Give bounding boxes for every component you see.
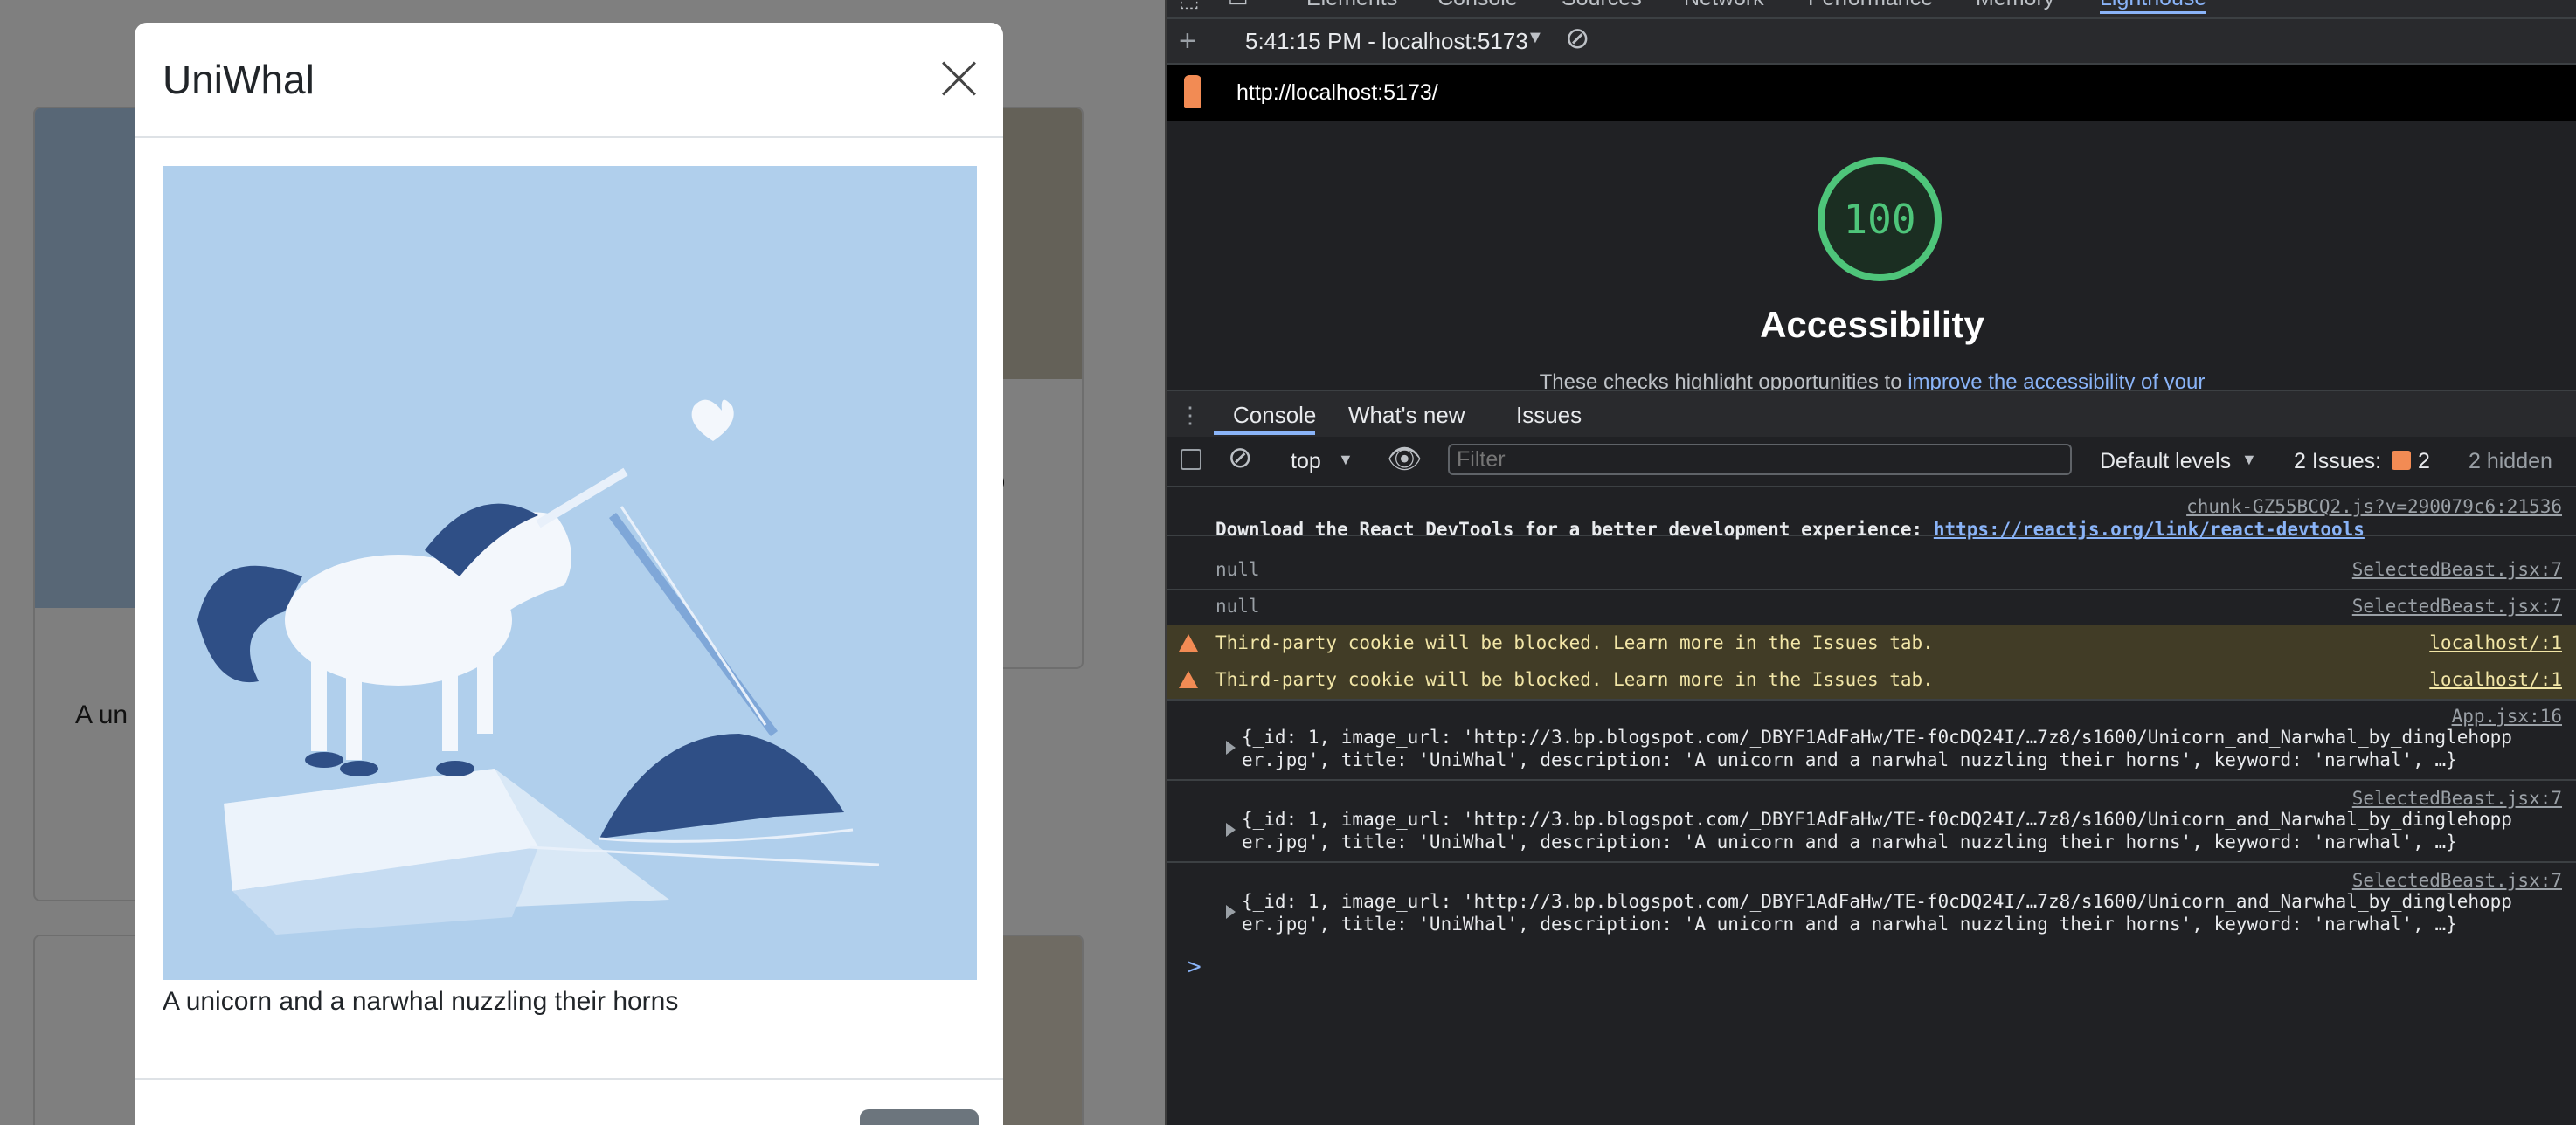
modal-image <box>163 166 977 980</box>
warning-icon <box>1179 671 1198 688</box>
issues-label[interactable]: 2 Issues: <box>2294 449 2381 474</box>
object-preview-line2: er.jpg', title: 'UniWhal', description: … <box>1242 749 2457 770</box>
message-source-link[interactable]: App.jsx:16 <box>2452 706 2562 727</box>
expand-arrow-icon[interactable] <box>1226 823 1236 837</box>
message-source-link[interactable]: chunk-GZ55BCQ2.js?v=290079c6:21536 <box>2186 496 2562 517</box>
console-toolbar: ⊘ top ▼ 👁 Default levels ▼ 2 Issues: 2 2… <box>1167 437 2576 487</box>
inspect-icon[interactable]: ⬚ <box>1179 0 1200 12</box>
devtools-panel: ⬚ ▭ Elements Console Sources Network Per… <box>1165 0 2576 1125</box>
modal-footer-divider <box>135 1078 1003 1080</box>
message-source-link[interactable]: SelectedBeast.jsx:7 <box>2352 596 2562 617</box>
modal-header: UniWhal <box>135 23 1003 138</box>
category-description: These checks highlight opportunities to … <box>1167 370 2576 390</box>
log-levels-selector[interactable]: Default levels <box>2100 449 2231 474</box>
context-selector[interactable]: top <box>1291 449 1321 474</box>
message-text: Download the React DevTools for a better… <box>1215 519 2365 540</box>
issues-count[interactable]: 2 <box>2418 449 2430 474</box>
drawer-menu-icon[interactable]: ⋮ <box>1179 402 1201 429</box>
message-source-link[interactable]: SelectedBeast.jsx:7 <box>2352 788 2562 809</box>
close-icon[interactable] <box>938 58 979 98</box>
devtools-hint-text: Download the React DevTools for a better… <box>1215 519 1934 540</box>
hidden-count: 2 hidden <box>2469 449 2552 473</box>
clear-icon[interactable]: ⊘ <box>1565 21 1590 56</box>
warning-text: Third-party cookie will be blocked. Lear… <box>1215 632 1934 653</box>
tab-performance[interactable]: Performance <box>1808 0 1933 11</box>
message-source-link[interactable]: localhost/:1 <box>2429 632 2562 653</box>
message-text: null <box>1215 559 1260 580</box>
add-report-icon[interactable]: + <box>1179 24 1196 59</box>
message-text: null <box>1215 596 1260 617</box>
tab-memory[interactable]: Memory <box>1976 0 2054 11</box>
console-object-log[interactable]: SelectedBeast.jsx:7 {_id: 1, image_url: … <box>1167 865 2576 943</box>
chevron-down-icon[interactable]: ▼ <box>1338 451 1354 469</box>
description-text: These checks highlight opportunities to <box>1539 370 1908 390</box>
object-preview-line2: er.jpg', title: 'UniWhal', description: … <box>1242 914 2457 935</box>
modal-description: A unicorn and a narwhal nuzzling their h… <box>163 987 679 1016</box>
console-prompt[interactable]: > <box>1188 954 1201 980</box>
tab-network[interactable]: Network <box>1684 0 1764 11</box>
score-gauge[interactable]: 100 <box>1818 157 1942 281</box>
modal-title: UniWhal <box>163 57 315 102</box>
message-source-link[interactable]: SelectedBeast.jsx:7 <box>2352 870 2562 891</box>
console-message: chunk-GZ55BCQ2.js?v=290079c6:21536 Downl… <box>1167 487 2576 540</box>
warning-text: Third-party cookie will be blocked. Lear… <box>1215 669 1934 690</box>
report-selector[interactable]: 5:41:15 PM - localhost:5173 <box>1245 28 1528 55</box>
lighthouse-icon <box>1184 75 1201 108</box>
tab-lighthouse[interactable]: Lighthouse <box>2100 0 2207 14</box>
active-tab-indicator <box>1214 431 1315 435</box>
devtools-top-tabs: ⬚ ▭ Elements Console Sources Network Per… <box>1167 0 2576 19</box>
drawer-tab-console[interactable]: Console <box>1233 402 1316 429</box>
lighthouse-report: 100 Accessibility These checks highlight… <box>1167 121 2576 390</box>
app-viewport: A un wo UniWhal <box>0 0 1165 1125</box>
message-source-link[interactable]: localhost/:1 <box>2429 669 2562 690</box>
object-preview-line1: {_id: 1, image_url: 'http://3.bp.blogspo… <box>1242 809 2512 830</box>
expand-arrow-icon[interactable] <box>1226 905 1236 919</box>
issue-warning-icon <box>2392 451 2411 470</box>
audited-url: http://localhost:5173/ <box>1236 80 1438 105</box>
category-title: Accessibility <box>1760 304 1984 345</box>
lighthouse-toolbar: + 5:41:15 PM - localhost:5173 ▼ ⊘ <box>1167 19 2576 65</box>
tab-elements[interactable]: Elements <box>1306 0 1397 11</box>
lighthouse-url-bar: http://localhost:5173/ <box>1167 65 2576 121</box>
close-button[interactable] <box>860 1109 979 1125</box>
tab-sources[interactable]: Sources <box>1562 0 1642 11</box>
object-preview-line1: {_id: 1, image_url: 'http://3.bp.blogspo… <box>1242 891 2512 912</box>
message-source-link[interactable]: SelectedBeast.jsx:7 <box>2352 559 2562 580</box>
console-message: null SelectedBeast.jsx:7 <box>1167 589 2576 627</box>
sidebar-toggle-icon[interactable] <box>1181 449 1201 470</box>
beast-modal: UniWhal A unicorn and a narwhal nuzzling… <box>135 23 1003 1125</box>
chevron-down-icon[interactable]: ▼ <box>2241 451 2257 469</box>
warning-icon <box>1179 634 1198 652</box>
console-object-log[interactable]: SelectedBeast.jsx:7 {_id: 1, image_url: … <box>1167 783 2576 863</box>
console-object-log[interactable]: App.jsx:16 {_id: 1, image_url: 'http://3… <box>1167 701 2576 781</box>
drawer-tab-issues[interactable]: Issues <box>1516 402 1582 429</box>
unicorn-narwhal-illustration <box>163 166 977 980</box>
chevron-down-icon[interactable]: ▼ <box>1527 28 1544 48</box>
console-warning: Third-party cookie will be blocked. Lear… <box>1167 662 2576 701</box>
object-preview-line1: {_id: 1, image_url: 'http://3.bp.blogspo… <box>1242 727 2512 748</box>
devtools-link[interactable]: https://reactjs.org/link/react-devtools <box>1934 519 2365 540</box>
console-message: null SelectedBeast.jsx:7 <box>1167 552 2576 590</box>
tab-console[interactable]: Console <box>1437 0 1518 11</box>
drawer-tabs: ⋮ Console What's new Issues <box>1167 390 2576 438</box>
console-warning: Third-party cookie will be blocked. Lear… <box>1167 625 2576 664</box>
drawer-tab-whats-new[interactable]: What's new <box>1348 402 1465 429</box>
expand-arrow-icon[interactable] <box>1226 741 1236 755</box>
device-toggle-icon[interactable]: ▭ <box>1228 0 1249 12</box>
object-preview-line2: er.jpg', title: 'UniWhal', description: … <box>1242 832 2457 852</box>
eye-icon[interactable]: 👁 <box>1387 442 1423 475</box>
filter-input[interactable] <box>1448 444 2072 475</box>
accessibility-link[interactable]: improve the accessibility of your <box>1908 370 2205 390</box>
clear-console-icon[interactable]: ⊘ <box>1228 440 1253 475</box>
